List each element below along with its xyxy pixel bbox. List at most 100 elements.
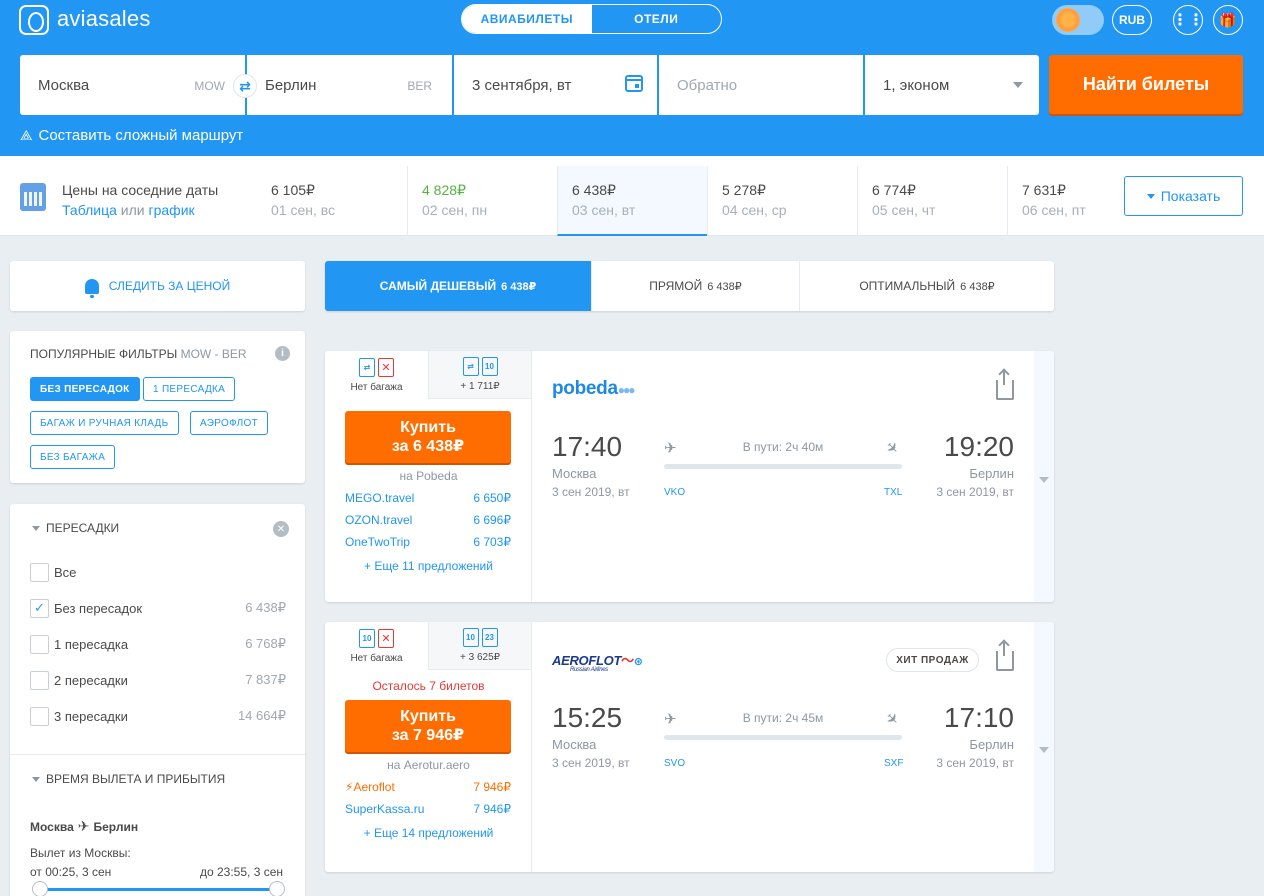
bag-option-no-baggage[interactable]: 10 ✕ Нет багажа <box>325 622 428 670</box>
departure-airport: SVO <box>664 758 686 769</box>
bag-option-with-baggage[interactable]: 10 23 + 3 625₽ <box>428 622 531 670</box>
depart-date-value: 3 сентября, вт <box>472 77 572 94</box>
aviasales-logo-icon[interactable] <box>19 5 49 35</box>
passengers-field[interactable]: 1, эконом <box>865 55 1039 115</box>
swap-icon[interactable]: ⇄ <box>233 74 257 98</box>
checkbox[interactable] <box>30 562 49 582</box>
info-icon[interactable]: i <box>275 346 290 361</box>
times-section-toggle[interactable]: ВРЕМЯ ВЫЛЕТА И ПРИБЫТИЯ <box>32 772 225 786</box>
nearby-date-cell[interactable]: 4 828₽ 02 сен, пн <box>407 166 557 236</box>
depart-date-field[interactable]: 3 сентября, вт <box>454 55 657 115</box>
tab-cheapest[interactable]: САМЫЙ ДЕШЕВЫЙ 6 438₽ <box>325 261 592 311</box>
bag-option-no-baggage[interactable]: ⇄ ✕ Нет багажа <box>325 351 428 399</box>
table-link[interactable]: Таблица <box>62 202 117 218</box>
bag-option-with-baggage[interactable]: ⇄ 10 + 1 711₽ <box>428 351 531 399</box>
route-bar <box>664 464 902 469</box>
expand-ticket-button[interactable] <box>1034 622 1054 872</box>
stops-option[interactable]: 1 пересадка 6 768₽ <box>30 634 286 654</box>
offer-row[interactable]: SuperKassa.ru 7 946₽ <box>345 802 511 816</box>
offer-row[interactable]: OneTwoTrip 6 703₽ <box>345 535 511 549</box>
return-date-field[interactable]: Обратно <box>659 55 863 115</box>
nearby-date-cell[interactable]: 6 105₽ 01 сен, вс <box>257 166 407 236</box>
gift-icon[interactable]: 🎁 <box>1213 5 1243 35</box>
nearby-date-day: 04 сен, ср <box>722 202 787 218</box>
slider-handle-start[interactable] <box>32 881 48 896</box>
nearby-date-day: 05 сен, чт <box>872 202 936 218</box>
tab-optimal[interactable]: ОПТИМАЛЬНЫЙ 6 438₽ <box>800 261 1054 311</box>
complex-route-link[interactable]: ⟁ Составить сложный маршрут <box>20 127 243 144</box>
stops-option[interactable]: Все <box>30 562 286 582</box>
chip-no-baggage[interactable]: БЕЗ БАГАЖА <box>30 445 116 469</box>
stops-option-label: 1 пересадка <box>54 636 129 652</box>
ticket-buy-column: 10 ✕ Нет багажа 10 23 + 3 625₽ Осталось … <box>325 622 532 872</box>
departure-slider-track[interactable] <box>40 888 277 891</box>
chevron-down-icon <box>1146 193 1155 199</box>
tab-flights[interactable]: АВИАБИЛЕТЫ <box>462 5 592 33</box>
expand-ticket-button[interactable] <box>1034 351 1054 602</box>
arrival-time: 19:20 <box>943 431 1014 462</box>
stops-option[interactable]: 3 пересадки 14 664₽ <box>30 706 286 726</box>
offer-row[interactable]: MEGO.travel 6 650₽ <box>345 491 511 505</box>
popular-filters-card: ПОПУЛЯРНЫЕ ФИЛЬТРЫ MOW - BER i БЕЗ ПЕРЕС… <box>10 331 305 483</box>
origin-field[interactable]: Москва MOW <box>20 55 245 115</box>
arrival-city: Берлин <box>969 466 1014 481</box>
buy-button[interactable]: Купить за 7 946₽ <box>345 700 511 752</box>
chip-baggage[interactable]: БАГАЖ И РУЧНАЯ КЛАДЬ <box>30 411 179 435</box>
return-placeholder: Обратно <box>677 77 738 94</box>
ticket-card[interactable]: 10 ✕ Нет багажа 10 23 + 3 625₽ Осталось … <box>325 622 1054 872</box>
stops-option[interactable]: ✓ Без пересадок 6 438₽ <box>30 598 286 618</box>
logo-text[interactable]: aviasales <box>57 6 151 32</box>
offer-name: OZON.travel <box>345 513 413 527</box>
nearby-date-cell[interactable]: 5 278₽ 04 сен, ср <box>707 166 857 236</box>
hand-luggage-icon: ⇄ <box>462 357 479 376</box>
sun-icon[interactable] <box>1052 5 1104 35</box>
baggage-icon: 10 <box>481 357 498 376</box>
checkbox-checked[interactable]: ✓ <box>30 598 49 618</box>
chip-one-stop[interactable]: 1 ПЕРЕСАДКА <box>143 377 236 401</box>
nearby-date-day: 03 сен, вт <box>572 202 636 218</box>
chevron-down-icon <box>32 525 40 531</box>
tab-direct[interactable]: ПРЯМОЙ 6 438₽ <box>592 261 800 311</box>
checkbox[interactable] <box>30 706 49 726</box>
ticket-buy-column: ⇄ ✕ Нет багажа ⇄ 10 + 1 711₽ Купить за 6… <box>325 351 532 602</box>
buy-price: за 6 438₽ <box>391 438 465 455</box>
destination-field[interactable]: Берлин BER <box>247 55 452 115</box>
hand-luggage-icon: 10 <box>359 629 375 648</box>
hand-luggage-icon: 10 <box>462 628 479 647</box>
chip-aeroflot[interactable]: АЭРОФЛОТ <box>190 411 268 435</box>
stops-option-price: 6 768₽ <box>245 636 286 651</box>
ticket-card[interactable]: ⇄ ✕ Нет багажа ⇄ 10 + 1 711₽ Купить за 6… <box>325 351 1054 602</box>
stops-option-price: 14 664₽ <box>237 708 286 723</box>
origin-code: MOW <box>194 79 225 93</box>
slider-handle-end[interactable] <box>269 881 285 896</box>
buy-button[interactable]: Купить за 6 438₽ <box>345 411 511 463</box>
stops-option[interactable]: 2 пересадки 7 837₽ <box>30 670 286 690</box>
nearby-date-cell[interactable]: 6 774₽ 05 сен, чт <box>857 166 1007 236</box>
nearby-date-price: 6 438₽ <box>572 182 616 198</box>
chart-link[interactable]: график <box>149 202 195 218</box>
share-icon[interactable] <box>996 642 1014 671</box>
offer-row[interactable]: OZON.travel 6 696₽ <box>345 513 511 527</box>
search-button[interactable]: Найти билеты <box>1049 55 1243 114</box>
checkbox[interactable] <box>30 634 49 654</box>
clear-icon[interactable]: ✕ <box>273 521 289 537</box>
airline-logo: AEROFLOT〜⊛ Russian Airlines <box>552 653 643 673</box>
currency-button[interactable]: RUB <box>1112 5 1152 35</box>
chip-nonstop[interactable]: БЕЗ ПЕРЕСАДОК <box>30 377 140 401</box>
share-icon[interactable] <box>996 371 1014 400</box>
arrival-date: 3 сен 2019, вт <box>936 485 1014 499</box>
show-dates-button[interactable]: Показать <box>1124 176 1243 216</box>
filters-card: ПЕРЕСАДКИ ✕ Все ✓ Без пересадок 6 438₽ 1 пер… <box>10 504 305 896</box>
grid-icon[interactable]: ⋮⋮ <box>1172 5 1204 35</box>
checkbox[interactable] <box>30 670 49 690</box>
tab-hotels[interactable]: ОТЕЛИ <box>592 5 722 33</box>
more-offers-link[interactable]: + Еще 11 предложений <box>325 559 532 573</box>
chevron-down-icon <box>32 776 40 782</box>
watch-price-button[interactable]: СЛЕДИТЬ ЗА ЦЕНОЙ <box>10 261 305 311</box>
stops-section-toggle[interactable]: ПЕРЕСАДКИ <box>32 521 119 535</box>
more-offers-link[interactable]: + Еще 14 предложений <box>325 826 532 840</box>
arrival-airport: SXF <box>884 758 904 769</box>
nearby-date-cell[interactable]: 6 438₽ 03 сен, вт <box>557 166 707 236</box>
departure-city: Москва <box>552 737 597 752</box>
offer-row[interactable]: ⚡Aeroflot 7 946₽ <box>345 780 511 794</box>
